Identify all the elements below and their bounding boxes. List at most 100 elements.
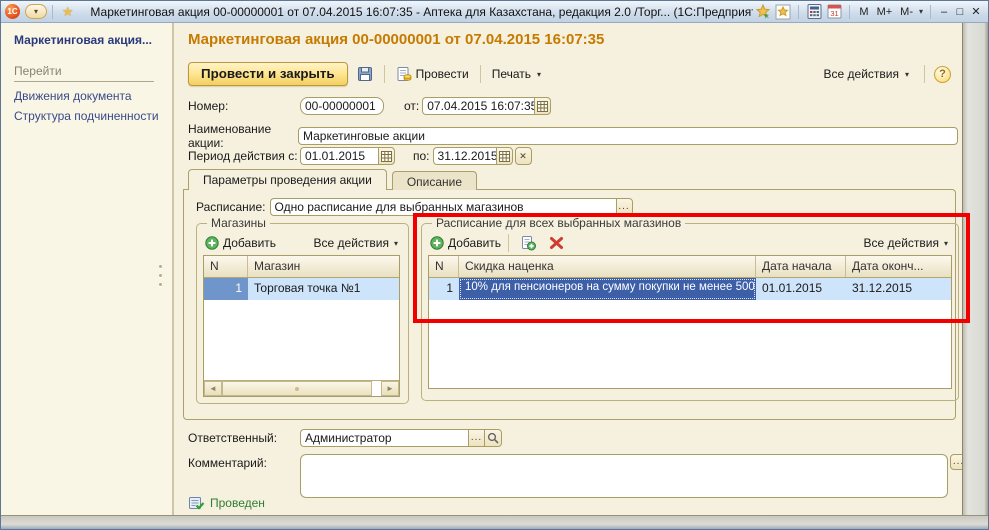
panel-splitter[interactable] — [159, 265, 162, 286]
shops-groupbox: Магазины Добавить Все действия ▾ N Магаз… — [196, 216, 409, 404]
window-right-frame — [962, 23, 988, 515]
app-window: 1С ▾ ★ Маркетинговая акция 00-00000001 о… — [0, 0, 989, 530]
shops-all-actions-label: Все действия — [314, 236, 389, 250]
post-button-label: Провести — [416, 67, 469, 81]
shops-col-shop[interactable]: Магазин — [248, 256, 399, 277]
divider — [849, 5, 850, 19]
choose-button[interactable]: ... — [616, 198, 633, 216]
favorites-list-icon[interactable] — [773, 3, 793, 20]
calendar-picker-icon[interactable] — [496, 147, 513, 165]
comment-input[interactable] — [300, 454, 948, 498]
schedule-add-button[interactable]: Добавить — [430, 236, 501, 250]
tab-description[interactable]: Описание — [392, 171, 477, 190]
schedule-cell-discount[interactable]: 10% для пенсионеров на сумму покупки не … — [459, 278, 756, 300]
period-from-input[interactable]: 01.01.2015 — [300, 147, 378, 165]
divider — [480, 65, 481, 83]
maximize-button[interactable]: □ — [952, 6, 968, 18]
scroll-track[interactable] — [372, 381, 381, 396]
all-actions-button[interactable]: Все действия ▾ — [820, 65, 915, 83]
save-button[interactable] — [353, 64, 377, 84]
chevron-down-icon: ▾ — [942, 239, 950, 248]
period-to-input[interactable]: 31.12.2015 — [433, 147, 496, 165]
scroll-right-icon[interactable]: ► — [381, 381, 399, 396]
favorites-star-icon[interactable]: ★ — [58, 3, 77, 20]
number-input[interactable]: 00-00000001 — [300, 97, 384, 115]
schedule-col-start[interactable]: Дата начала — [756, 256, 846, 277]
search-icon[interactable] — [485, 429, 502, 447]
window-title: Маркетинговая акция 00-00000001 от 07.04… — [90, 5, 753, 19]
shops-add-button[interactable]: Добавить — [205, 236, 276, 250]
comment-row: Комментарий: ... — [188, 454, 967, 498]
responsible-input[interactable]: Администратор — [300, 429, 468, 447]
nav-document-title: Маркетинговая акция... — [14, 33, 172, 47]
from-label: от: — [404, 99, 419, 113]
shops-table-empty-area[interactable] — [204, 300, 399, 380]
schedule-col-discount[interactable]: Скидка наценка — [459, 256, 756, 277]
schedule-delete-button[interactable] — [545, 234, 568, 252]
schedule-table-header: N Скидка наценка Дата начала Дата оконч.… — [429, 256, 951, 278]
schedule-row[interactable]: 1 10% для пенсионеров на сумму покупки н… — [429, 278, 951, 300]
divider — [52, 5, 53, 19]
memory-m-minus-button[interactable]: M- — [896, 6, 917, 18]
shops-row[interactable]: 1 Торговая точка №1 — [204, 278, 399, 300]
calendar-picker-icon[interactable] — [378, 147, 395, 165]
shops-col-n[interactable]: N — [204, 256, 248, 277]
divider — [508, 234, 509, 252]
schedule-all-actions-button[interactable]: Все действия ▾ — [864, 236, 950, 250]
scroll-left-icon[interactable]: ◄ — [204, 381, 222, 396]
schedule-table-empty-area[interactable] — [429, 300, 951, 388]
period-from-group: 01.01.2015 — [300, 147, 395, 165]
schedule-col-n[interactable]: N — [429, 256, 459, 277]
shops-legend: Магазины — [207, 216, 270, 230]
schedule-type-group: Одно расписание для выбранных магазинов … — [270, 198, 633, 216]
close-button[interactable]: ✕ — [968, 5, 984, 18]
calendar-icon[interactable]: 31 — [824, 3, 844, 20]
tab-page-parameters: Расписание: Одно расписание для выбранны… — [183, 189, 956, 420]
shops-all-actions-button[interactable]: Все действия ▾ — [314, 236, 400, 250]
name-label: Наименование акции: — [188, 122, 298, 150]
schedule-copy-button[interactable] — [516, 233, 540, 253]
shops-add-label: Добавить — [223, 236, 276, 250]
scroll-thumb[interactable] — [222, 381, 372, 396]
name-input[interactable]: Маркетинговые акции — [298, 127, 958, 145]
period-row: Период действия с: 01.01.2015 по: 31.12.… — [188, 147, 532, 165]
posted-document-icon — [188, 495, 205, 511]
main-menu-button[interactable]: ▾ — [25, 4, 47, 19]
posted-status-label: Проведен — [210, 496, 265, 510]
shops-hscrollbar[interactable]: ◄ ► — [204, 380, 399, 396]
memory-m-button[interactable]: M — [855, 6, 872, 18]
print-menu-button[interactable]: Печать ▾ — [488, 65, 547, 83]
schedule-cell-n[interactable]: 1 — [429, 278, 459, 300]
toolbar-overflow-icon[interactable]: ▾ — [917, 7, 925, 16]
nav-link-movements[interactable]: Движения документа — [14, 89, 172, 103]
memory-m-plus-button[interactable]: M+ — [873, 6, 897, 18]
choose-button[interactable]: ... — [468, 429, 485, 447]
chevron-down-icon: ▾ — [903, 70, 911, 79]
navigation-panel: Маркетинговая акция... Перейти Движения … — [1, 23, 174, 515]
tab-parameters[interactable]: Параметры проведения акции — [188, 169, 387, 190]
shops-cell-n[interactable]: 1 — [204, 278, 248, 300]
nav-link-structure[interactable]: Структура подчиненности — [14, 109, 172, 123]
datetime-group: 07.04.2015 16:07:35 — [422, 97, 551, 115]
shops-cell-shop[interactable]: Торговая точка №1 — [248, 278, 399, 300]
clear-date-button[interactable]: ✕ — [515, 147, 532, 165]
calendar-picker-icon[interactable] — [534, 97, 551, 115]
schedule-col-end[interactable]: Дата оконч... — [846, 256, 951, 277]
schedule-type-input[interactable]: Одно расписание для выбранных магазинов — [270, 198, 616, 216]
post-button[interactable]: Провести — [392, 64, 473, 84]
number-row: Номер: 00-00000001 от: 07.04.2015 16:07:… — [188, 97, 551, 115]
responsible-row: Ответственный: Администратор ... — [188, 429, 502, 447]
comment-label: Комментарий: — [188, 454, 300, 470]
add-favorite-icon[interactable] — [753, 3, 773, 20]
schedule-cell-end[interactable]: 31.12.2015 — [846, 278, 951, 300]
schedule-cell-start[interactable]: 01.01.2015 — [756, 278, 846, 300]
responsible-group: Администратор ... — [300, 429, 502, 447]
help-button[interactable]: ? — [934, 66, 951, 83]
datetime-input[interactable]: 07.04.2015 16:07:35 — [422, 97, 534, 115]
chevron-down-icon: ▾ — [535, 70, 543, 79]
post-and-close-button[interactable]: Провести и закрыть — [188, 62, 348, 86]
calculator-icon[interactable] — [804, 3, 824, 20]
minimize-button[interactable]: – — [936, 6, 952, 18]
responsible-label: Ответственный: — [188, 431, 300, 445]
schedule-legend: Расписание для всех выбранных магазинов — [432, 216, 685, 230]
